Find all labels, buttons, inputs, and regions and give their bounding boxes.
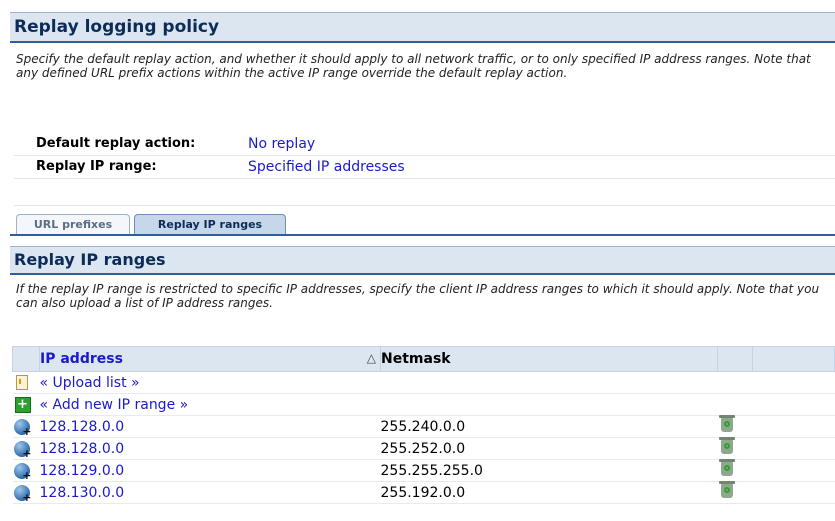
netmask-cell: 255.255.255.0 — [380, 459, 718, 482]
table-row: 128.129.0.0 255.255.255.0 — [12, 458, 835, 482]
trash-icon[interactable] — [718, 414, 735, 432]
tab-replay-ip-ranges[interactable]: Replay IP ranges — [134, 214, 286, 235]
replay-logging-policy-header: Replay logging policy — [10, 12, 835, 43]
trash-icon[interactable] — [718, 480, 735, 498]
add-ip-range-link[interactable]: « Add new IP range » — [40, 397, 189, 413]
tab-strip-underline — [10, 234, 835, 236]
table-header-row: IP address △ Netmask — [12, 346, 835, 372]
network-ip-icon — [13, 462, 32, 482]
replay-ip-range-row: Replay IP range: Specified IP addresses — [14, 156, 835, 179]
ip-address-link[interactable]: 128.128.0.0 — [40, 419, 125, 435]
table-row: 128.128.0.0 255.252.0.0 — [12, 436, 835, 460]
ip-address-link[interactable]: 128.128.0.0 — [40, 441, 125, 457]
ip-address-link[interactable]: 128.130.0.0 — [40, 485, 125, 501]
ip-address-link[interactable]: 128.129.0.0 — [40, 463, 125, 479]
replay-ip-range-link[interactable]: Specified IP addresses — [248, 159, 405, 175]
network-ip-icon — [13, 418, 32, 438]
ip-address-sort-link[interactable]: IP address — [40, 351, 123, 367]
netmask-cell: 255.192.0.0 — [380, 481, 718, 504]
upload-list-link[interactable]: « Upload list » — [40, 375, 140, 391]
network-ip-icon — [13, 484, 32, 504]
section-title: Replay IP ranges — [14, 250, 166, 269]
network-ip-icon — [13, 440, 32, 460]
policy-description: Specify the default replay action, and w… — [16, 52, 811, 80]
ip-ranges-table: IP address △ Netmask « Upload list » + «… — [12, 346, 835, 504]
trash-icon[interactable] — [718, 458, 735, 476]
netmask-cell: 255.252.0.0 — [380, 437, 718, 460]
divider — [14, 205, 835, 206]
ip-address-column-header[interactable]: IP address △ — [39, 346, 381, 372]
ranges-description: If the replay IP range is restricted to … — [16, 282, 820, 310]
default-replay-action-link[interactable]: No replay — [248, 136, 315, 152]
table-row: 128.128.0.0 255.240.0.0 — [12, 414, 835, 438]
filler-column-header — [752, 346, 835, 372]
icon-column-header — [12, 346, 40, 372]
upload-list-row: « Upload list » — [12, 371, 835, 394]
netmask-column-header: Netmask — [380, 346, 718, 372]
sort-ascending-icon[interactable]: △ — [367, 351, 380, 365]
replay-ip-ranges-header: Replay IP ranges — [10, 246, 835, 275]
default-replay-action-label: Default replay action: — [36, 136, 196, 151]
table-row: 128.130.0.0 255.192.0.0 — [12, 480, 835, 504]
upload-file-icon[interactable] — [15, 375, 28, 390]
trash-icon[interactable] — [718, 436, 735, 454]
tab-url-prefixes[interactable]: URL prefixes — [16, 214, 130, 235]
section-title: Replay logging policy — [14, 17, 220, 37]
add-icon[interactable]: + — [14, 396, 31, 413]
add-ip-range-row: + « Add new IP range » — [12, 393, 835, 416]
replay-ip-range-label: Replay IP range: — [36, 159, 157, 174]
netmask-cell: 255.240.0.0 — [380, 415, 718, 438]
default-replay-action-row: Default replay action: No replay — [14, 133, 835, 156]
actions-column-header — [717, 346, 753, 372]
